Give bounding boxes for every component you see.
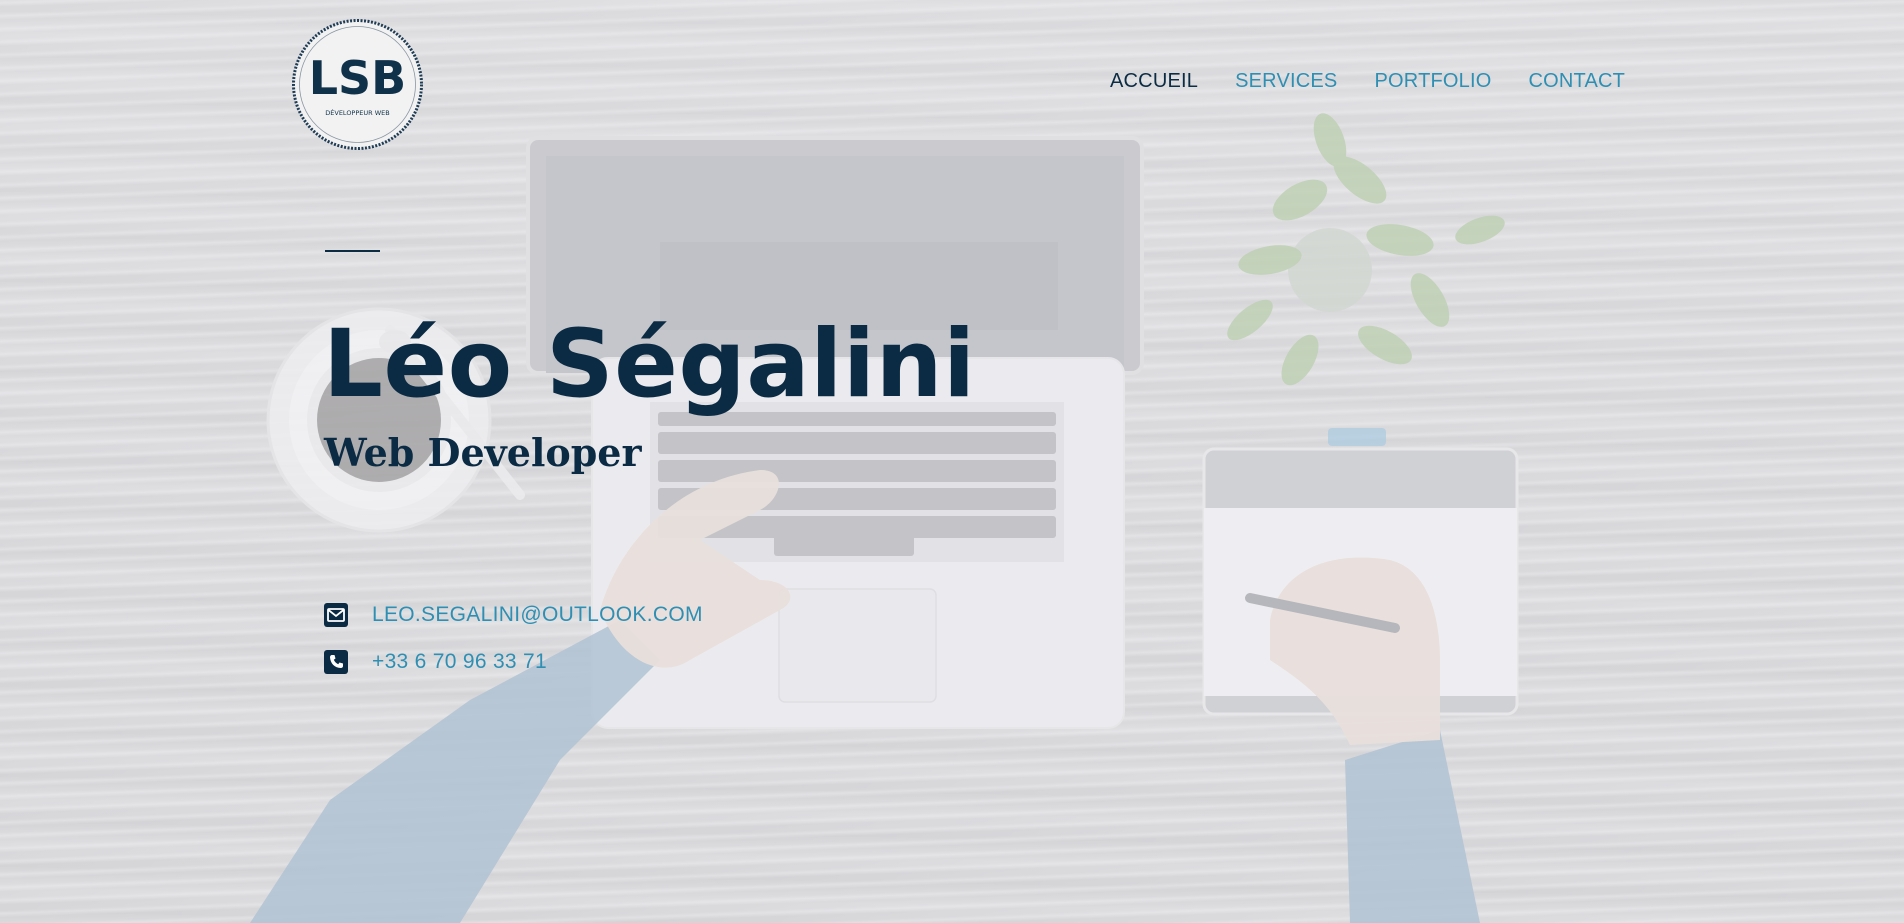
- accent-divider: [325, 250, 380, 252]
- lsb-logo[interactable]: LSB DÉVELOPPEUR WEB: [291, 18, 424, 151]
- hero-role: Web Developer: [324, 430, 642, 475]
- contact-email-link[interactable]: LEO.SEGALINI@OUTLOOK.COM: [372, 603, 703, 627]
- nav-link-portfolio[interactable]: PORTFOLIO: [1374, 70, 1491, 93]
- hero-section: LSB DÉVELOPPEUR WEB ACCUEIL SERVICES POR…: [0, 0, 1904, 923]
- contact-phone-link[interactable]: +33 6 70 96 33 71: [372, 650, 547, 674]
- contact-email-row: LEO.SEGALINI@OUTLOOK.COM: [324, 603, 703, 627]
- envelope-icon: [324, 603, 348, 627]
- main-nav: ACCUEIL SERVICES PORTFOLIO CONTACT: [1110, 70, 1625, 93]
- nav-link-contact[interactable]: CONTACT: [1529, 70, 1626, 93]
- contact-phone-row: +33 6 70 96 33 71: [324, 650, 547, 674]
- nav-link-accueil[interactable]: ACCUEIL: [1110, 70, 1198, 93]
- logo-tagline: DÉVELOPPEUR WEB: [325, 108, 389, 117]
- background-overlay: [0, 0, 1904, 923]
- hero-name: Léo Ségalini: [323, 310, 976, 419]
- nav-link-services[interactable]: SERVICES: [1235, 70, 1337, 93]
- logo-letters: LSB: [309, 51, 407, 105]
- phone-icon: [324, 650, 348, 674]
